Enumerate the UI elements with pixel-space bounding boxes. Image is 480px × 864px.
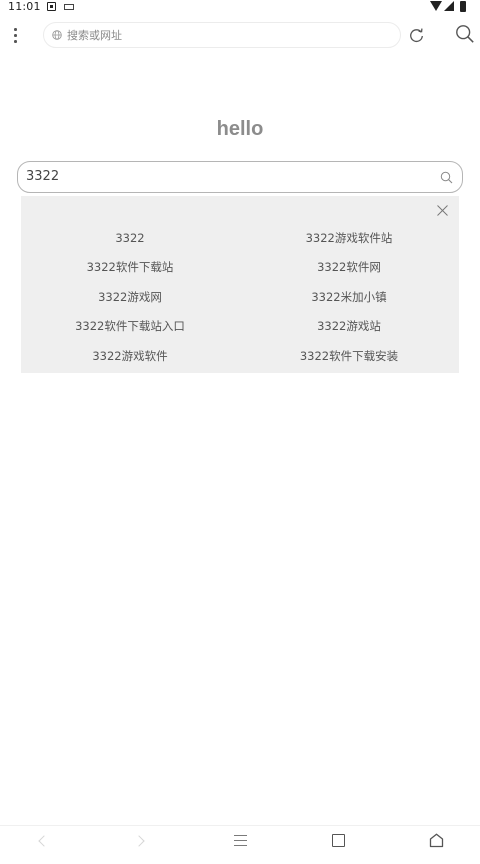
home-icon[interactable] xyxy=(416,826,456,860)
search-icon[interactable] xyxy=(455,24,475,44)
reload-icon[interactable] xyxy=(408,27,425,44)
suggestion-item[interactable]: 3322软件下载站 xyxy=(84,258,177,276)
notification-icon xyxy=(47,2,56,11)
close-icon[interactable] xyxy=(437,205,448,216)
signal-icon xyxy=(444,1,454,11)
wifi-icon xyxy=(430,1,442,11)
search-icon[interactable] xyxy=(440,171,453,184)
home-logo-text: hello xyxy=(216,118,264,140)
suggestion-item[interactable]: 3322 xyxy=(112,229,147,247)
status-bar: 11:01 xyxy=(0,0,480,14)
menu-icon[interactable] xyxy=(9,26,21,46)
address-placeholder: 搜索或网址 xyxy=(67,29,122,42)
suggestion-item[interactable]: 3322米加小镇 xyxy=(308,288,389,306)
tabs-icon[interactable] xyxy=(318,826,358,860)
keyboard-icon xyxy=(64,4,74,10)
suggestion-item[interactable]: 3322游戏软件站 xyxy=(303,229,396,247)
browser-toolbar: 搜索或网址 xyxy=(0,18,480,52)
suggestion-item[interactable]: 3322游戏软件 xyxy=(89,347,170,365)
search-input-value: 3322 xyxy=(26,169,60,184)
status-time: 11:01 xyxy=(8,0,41,13)
menu-lines-icon[interactable] xyxy=(220,826,260,860)
back-icon[interactable] xyxy=(23,826,63,860)
search-input[interactable]: 3322 xyxy=(17,161,463,193)
battery-icon xyxy=(460,1,466,12)
suggestion-item[interactable]: 3322软件网 xyxy=(314,258,384,276)
suggestion-item[interactable]: 3322软件下载站入口 xyxy=(72,317,188,335)
globe-icon xyxy=(52,30,62,40)
address-bar[interactable]: 搜索或网址 xyxy=(43,22,401,48)
suggestion-item[interactable]: 3322游戏站 xyxy=(314,317,384,335)
status-icons xyxy=(430,1,472,13)
suggestion-item[interactable]: 3322软件下载安装 xyxy=(297,347,401,365)
bottom-navigation xyxy=(0,825,480,860)
suggestion-panel: 3322 3322软件下载站 3322游戏网 3322软件下载站入口 3322游… xyxy=(21,196,459,373)
forward-icon[interactable] xyxy=(121,826,161,860)
suggestion-item[interactable]: 3322游戏网 xyxy=(95,288,165,306)
